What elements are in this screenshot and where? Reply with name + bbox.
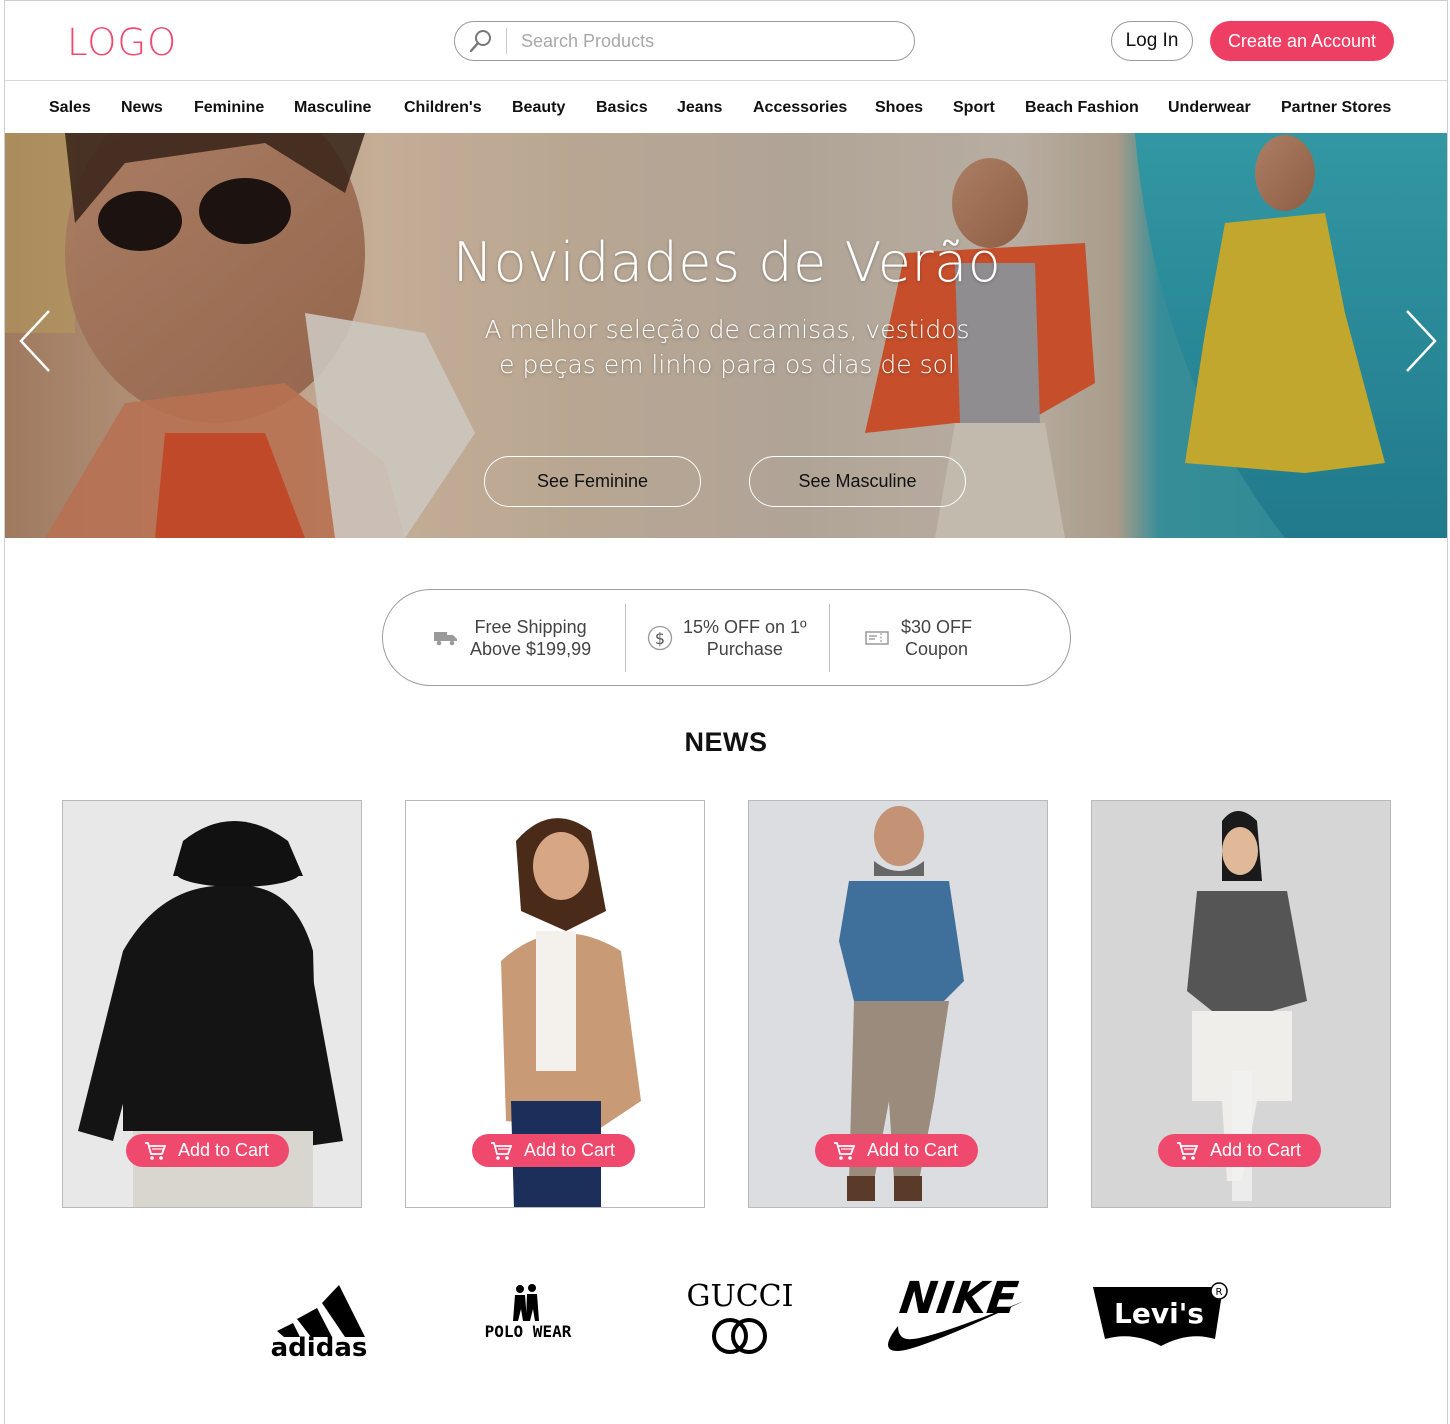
svg-text:Levi's: Levi's <box>1114 1297 1204 1330</box>
product-card[interactable]: Add to Cart <box>62 800 362 1208</box>
add-to-cart-button[interactable]: Add to Cart <box>472 1134 636 1167</box>
login-button[interactable]: Log In <box>1111 21 1193 61</box>
nav-item-underwear[interactable]: Underwear <box>1168 99 1251 117</box>
nav-item-basics[interactable]: Basics <box>596 99 648 117</box>
perk-first-purchase-line2: Purchase <box>706 638 783 659</box>
nike-logo[interactable]: NIKE <box>878 1271 1026 1361</box>
product-card[interactable]: Add to Cart <box>748 800 1048 1208</box>
perks-bar: Free Shipping Above $199,99 $ 15% OFF on… <box>382 589 1071 686</box>
cart-icon <box>1177 1141 1198 1160</box>
add-to-cart-button[interactable]: Add to Cart <box>1158 1134 1322 1167</box>
page: LOGO Log In Create an Account Sales News… <box>4 0 1448 1424</box>
see-masculine-button[interactable]: See Masculine <box>749 456 966 507</box>
svg-text:R: R <box>1216 1287 1223 1298</box>
adidas-logo[interactable]: adidas <box>267 1271 371 1361</box>
perk-free-shipping-line1: Free Shipping <box>474 616 587 637</box>
perk-coupon-line2: Coupon <box>904 638 969 659</box>
gucci-logo[interactable]: GUCCI <box>685 1271 795 1361</box>
polo-wear-logo[interactable]: POLO WEAR <box>475 1271 581 1361</box>
nav-item-jeans[interactable]: Jeans <box>677 99 722 117</box>
add-to-cart-label: Add to Cart <box>178 1140 270 1160</box>
category-nav: Sales News Feminine Masculine Children's… <box>5 82 1447 133</box>
header: LOGO Log In Create an Account <box>5 1 1447 81</box>
perk-divider <box>829 604 830 672</box>
perk-free-shipping-line2: Above $199,99 <box>470 638 592 659</box>
hero-title: Novidades de Verão <box>452 231 1002 294</box>
svg-text:$: $ <box>655 629 665 648</box>
ticket-icon <box>865 630 889 645</box>
hero-subtitle-line2: e peças em linho para os dias de sol <box>499 350 955 379</box>
search-bar[interactable] <box>454 21 915 61</box>
perk-first-purchase: $ 15% OFF on 1º Purchase <box>647 590 807 685</box>
perk-coupon: $30 OFF Coupon <box>865 590 972 685</box>
perk-first-purchase-line1: 15% OFF on 1º <box>683 616 807 637</box>
add-to-cart-button[interactable]: Add to Cart <box>126 1134 290 1167</box>
svg-text:GUCCI: GUCCI <box>686 1279 793 1314</box>
add-to-cart-button[interactable]: Add to Cart <box>815 1134 979 1167</box>
svg-text:adidas: adidas <box>271 1333 368 1361</box>
perk-divider <box>625 604 626 672</box>
nav-item-sport[interactable]: Sport <box>953 99 995 117</box>
nav-item-accessories[interactable]: Accessories <box>753 99 847 117</box>
see-feminine-button[interactable]: See Feminine <box>484 456 701 507</box>
nav-item-shoes[interactable]: Shoes <box>875 99 923 117</box>
news-section-title: NEWS <box>684 727 768 757</box>
levis-logo[interactable]: Levi's R <box>1089 1271 1235 1361</box>
add-to-cart-label: Add to Cart <box>1210 1140 1302 1160</box>
nav-item-feminine[interactable]: Feminine <box>194 99 264 117</box>
svg-text:POLO WEAR: POLO WEAR <box>485 1322 572 1341</box>
nav-item-childrens[interactable]: Children's <box>404 99 482 117</box>
add-to-cart-label: Add to Cart <box>867 1140 959 1160</box>
nav-item-partner-stores[interactable]: Partner Stores <box>1281 99 1391 117</box>
nav-item-beauty[interactable]: Beauty <box>512 99 565 117</box>
cart-icon <box>834 1141 855 1160</box>
truck-icon <box>434 631 457 645</box>
create-account-button[interactable]: Create an Account <box>1210 21 1394 61</box>
add-to-cart-label: Add to Cart <box>524 1140 616 1160</box>
perk-free-shipping: Free Shipping Above $199,99 <box>434 590 591 685</box>
hero-subtitle-line1: A melhor seleção de camisas, vestidos <box>484 315 970 344</box>
search-input[interactable] <box>521 30 881 52</box>
dollar-icon: $ <box>647 625 673 650</box>
product-card[interactable]: Add to Cart <box>405 800 705 1208</box>
nav-item-beach-fashion[interactable]: Beach Fashion <box>1025 99 1139 117</box>
cart-icon <box>491 1141 512 1160</box>
logo[interactable]: LOGO <box>67 21 177 64</box>
svg-text:NIKE: NIKE <box>897 1273 1021 1324</box>
nav-item-sales[interactable]: Sales <box>49 99 91 117</box>
hero-banner: Novidades de Verão A melhor seleção de c… <box>5 133 1447 538</box>
product-card[interactable]: Add to Cart <box>1091 800 1391 1208</box>
nav-item-news[interactable]: News <box>121 99 163 117</box>
cart-icon <box>145 1141 166 1160</box>
perk-coupon-line1: $30 OFF <box>901 616 973 637</box>
nav-item-masculine[interactable]: Masculine <box>294 99 371 117</box>
search-icon[interactable] <box>455 28 507 54</box>
